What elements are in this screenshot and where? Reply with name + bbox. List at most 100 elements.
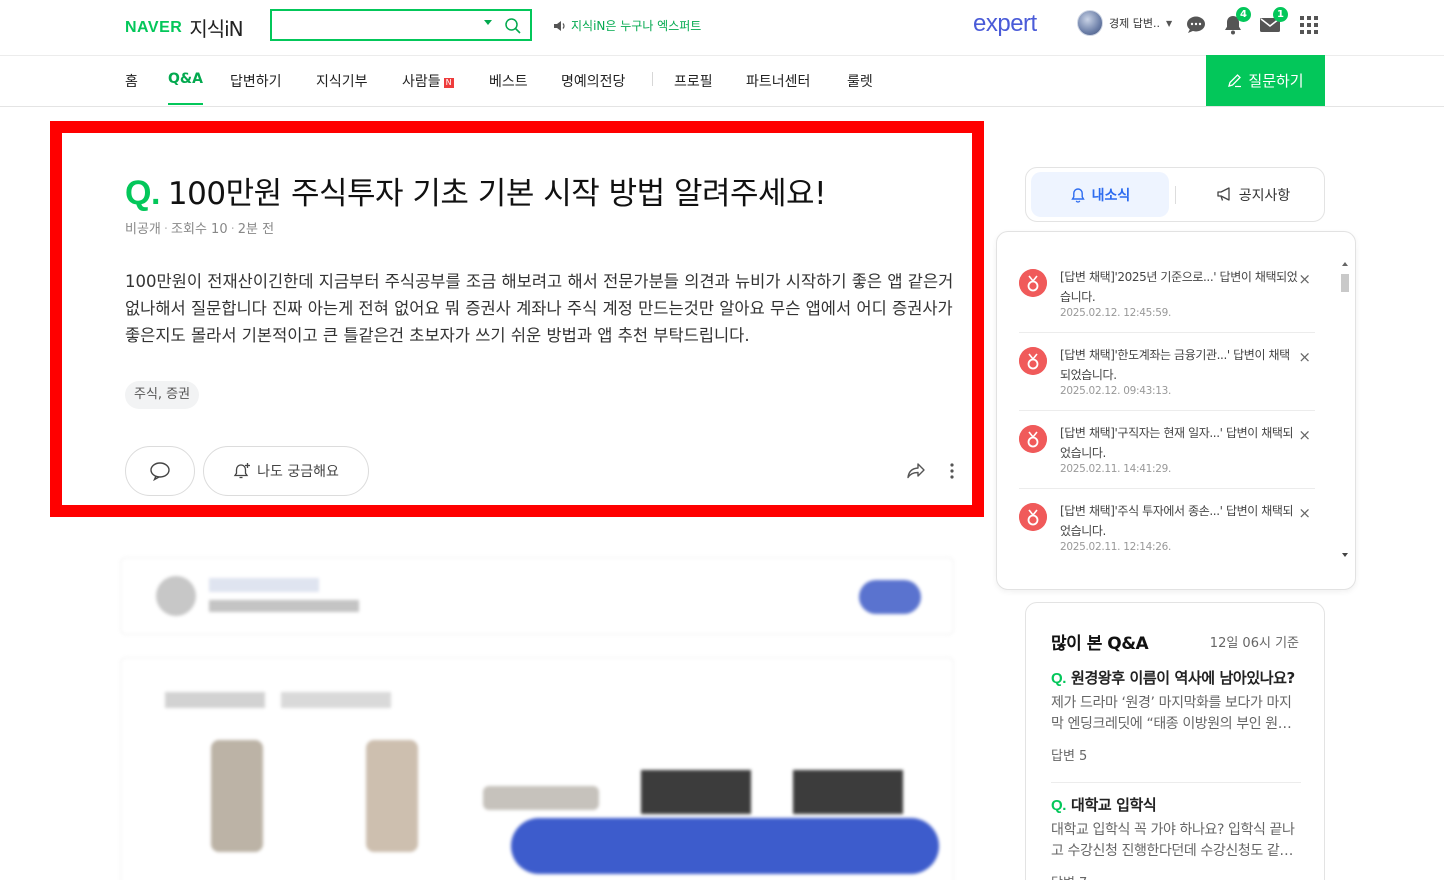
popular-qna-date: 12일 06시 기준 — [1209, 636, 1299, 651]
medal-icon — [1019, 425, 1047, 453]
popular-qna-item[interactable]: Q. 대학교 입학식 대학교 입학식 꼭 가야 하나요? 입학식 끝나고 수강신청… — [1051, 794, 1301, 880]
medal-icon — [1019, 347, 1047, 375]
notification-time: 2025.02.12. 12:45:59. — [1060, 307, 1171, 319]
nav-profile[interactable]: 프로필 — [674, 71, 713, 105]
notification-text[interactable]: [답변 채택]'구직자는 현재 일자...' 답변이 채택되었습니다. — [1060, 423, 1300, 463]
nav-donate[interactable]: 지식기부 — [316, 71, 368, 105]
notification-time: 2025.02.12. 09:43:13. — [1060, 385, 1171, 397]
popular-qna-item[interactable]: Q. 원경왕후 이름이 역사에 남아있나요? 제가 드라마 ‘원경’ 마지막화를 … — [1051, 667, 1301, 764]
nav-partner-center[interactable]: 파트너센터 — [746, 71, 810, 105]
nav-home[interactable]: 홈 — [125, 71, 138, 105]
comment-button[interactable] — [125, 446, 195, 496]
notification-text[interactable]: [답변 채택]'한도계좌는 금융기관...' 답변이 채택되었습니다. — [1060, 345, 1300, 385]
chevron-down-icon[interactable]: ▼ — [1166, 19, 1172, 28]
scroll-up-arrow-icon[interactable] — [1342, 262, 1348, 266]
expert-logo[interactable]: expert — [973, 10, 1037, 38]
avatar[interactable] — [1077, 10, 1103, 36]
notification-item[interactable]: [답변 채택]'구직자는 현재 일자...' 답변이 채택되었습니다. 2025… — [1019, 411, 1315, 489]
question-mark-label: Q. — [1051, 670, 1067, 687]
notification-text[interactable]: [답변 채택]'주식 투자에서 종손...' 답변이 채택되었습니다. — [1060, 501, 1300, 541]
close-icon[interactable]: × — [1298, 428, 1311, 443]
question-mark-label: Q. — [125, 174, 160, 212]
top-header: NAVER 지식iN 지식iN은 누구나 엑스퍼트 expert 경제 답변..… — [0, 0, 1444, 56]
question-title: Q. 100만원 주식투자 기초 기본 시작 방법 알려주세요! — [125, 168, 827, 213]
alarm-button[interactable]: 4 — [1221, 7, 1251, 37]
mail-count-badge: 1 — [1273, 7, 1288, 22]
nav-answer[interactable]: 답변하기 — [230, 71, 282, 105]
popular-divider — [1051, 782, 1301, 783]
share-icon[interactable] — [905, 460, 927, 482]
expert-promo-link[interactable]: 지식iN은 누구나 엑스퍼트 — [553, 17, 701, 34]
new-badge: N — [443, 78, 454, 88]
notification-time: 2025.02.11. 12:14:26. — [1060, 541, 1171, 553]
search-box — [270, 9, 532, 41]
notification-text[interactable]: [답변 채택]'2025년 기준으로...' 답변이 채택되었습니다. — [1060, 267, 1300, 307]
notification-time: 2025.02.11. 14:41:29. — [1060, 463, 1171, 475]
popular-question-preview[interactable]: 대학교 입학식 꼭 가야 하나요? 입학식 끝나고 수강신청 진행한다던데 수강… — [1051, 820, 1301, 862]
popular-question-preview[interactable]: 제가 드라마 ‘원경’ 마지막화를 보다가 마지막 엔딩크레딧에 “태종 이방원… — [1051, 693, 1301, 735]
profile-menu[interactable]: 경제 답변.. ▼ — [1077, 10, 1172, 36]
question-views: 조회수 10 — [171, 222, 228, 237]
chat-icon[interactable] — [1184, 13, 1208, 37]
tab-my-news[interactable]: 내소식 — [1031, 172, 1169, 217]
blurred-answer-header — [120, 557, 954, 635]
medal-icon — [1019, 269, 1047, 297]
popular-answer-count: 답변 5 — [1051, 749, 1088, 764]
jisikin-logo[interactable]: 지식iN — [189, 13, 243, 42]
search-icon[interactable] — [504, 17, 522, 35]
bell-icon — [1070, 187, 1085, 203]
close-icon[interactable]: × — [1298, 272, 1311, 287]
side-tabs: 내소식 공지사항 — [1025, 167, 1325, 222]
question-body: 100만원이 전재산이긴한데 지금부터 주식공부를 조금 해보려고 해서 전문가… — [125, 272, 954, 345]
ask-question-label[interactable]: 질문하기 — [1248, 70, 1303, 91]
me-too-curious-button[interactable]: 나도 궁금해요 — [203, 446, 369, 496]
tab-notice[interactable]: 공지사항 — [1186, 172, 1320, 217]
me-too-curious-label[interactable]: 나도 궁금해요 — [257, 461, 339, 481]
comment-icon — [150, 462, 170, 481]
question-author: 비공개 — [125, 222, 161, 237]
nav-divider — [652, 72, 653, 86]
scroll-down-arrow-icon[interactable] — [1342, 553, 1348, 557]
nav-best[interactable]: 베스트 — [489, 71, 528, 105]
close-icon[interactable]: × — [1298, 350, 1311, 365]
tab-notice-label[interactable]: 공지사항 — [1239, 185, 1291, 205]
naver-logo[interactable]: NAVER — [125, 19, 182, 37]
search-input[interactable] — [272, 11, 472, 39]
popular-question[interactable]: Q. 대학교 입학식 — [1051, 794, 1301, 815]
mail-button[interactable]: 1 — [1258, 7, 1288, 37]
nav-qna[interactable]: Q&A — [168, 71, 203, 105]
popular-question-text[interactable]: 원경왕후 이름이 역사에 남아있나요? — [1071, 669, 1295, 687]
speaker-icon — [554, 20, 565, 31]
ask-question-button[interactable]: 질문하기 — [1206, 55, 1325, 106]
scrollbar-thumb[interactable] — [1341, 274, 1349, 292]
close-icon[interactable]: × — [1298, 506, 1311, 521]
alarm-count-badge: 4 — [1236, 7, 1251, 22]
question-tag[interactable]: 주식, 증권 — [125, 381, 200, 409]
popular-answer-count: 답변 7 — [1051, 872, 1301, 880]
popular-qna-card: 많이 본 Q&A 12일 06시 기준 Q. 원경왕후 이름이 역사에 남아있나요… — [1025, 602, 1325, 880]
profile-name[interactable]: 경제 답변.. — [1109, 15, 1160, 31]
question-title-text: 100만원 주식투자 기초 기본 시작 방법 알려주세요! — [167, 176, 827, 212]
search-dropdown-caret-icon[interactable] — [484, 20, 492, 25]
megaphone-icon — [1217, 187, 1230, 201]
apps-grid-icon[interactable] — [1297, 13, 1321, 37]
nav-roulette[interactable]: 룰렛 — [847, 71, 873, 105]
question-time: 2분 전 — [237, 222, 275, 237]
nav-people[interactable]: 사람들 N — [402, 71, 454, 105]
pencil-icon — [1228, 74, 1242, 88]
popular-question-text[interactable]: 대학교 입학식 — [1071, 796, 1157, 814]
notification-item[interactable]: [답변 채택]'주식 투자에서 종손...' 답변이 채택되었습니다. 2025… — [1019, 489, 1315, 567]
expert-promo-text[interactable]: 지식iN은 누구나 엑스퍼트 — [571, 17, 701, 34]
notification-item[interactable]: [답변 채택]'한도계좌는 금융기관...' 답변이 채택되었습니다. 2025… — [1019, 333, 1315, 411]
tab-my-news-label[interactable]: 내소식 — [1092, 185, 1131, 205]
tab-divider — [1175, 186, 1176, 204]
question-meta: 비공개 · 조회수 10 · 2분 전 — [125, 222, 275, 237]
popular-question[interactable]: Q. 원경왕후 이름이 역사에 남아있나요? — [1051, 667, 1301, 688]
nav-people-label[interactable]: 사람들 — [402, 74, 441, 90]
blurred-ad-area — [120, 657, 954, 880]
notification-panel: [답변 채택]'2025년 기준으로...' 답변이 채택되었습니다. 2025… — [996, 231, 1356, 590]
nav-hall-of-fame[interactable]: 명예의전당 — [561, 71, 625, 105]
notification-item[interactable]: [답변 채택]'2025년 기준으로...' 답변이 채택되었습니다. 2025… — [1019, 255, 1315, 333]
more-vertical-icon[interactable] — [944, 461, 960, 481]
naver-jisikin-logo[interactable]: NAVER 지식iN — [125, 13, 244, 42]
